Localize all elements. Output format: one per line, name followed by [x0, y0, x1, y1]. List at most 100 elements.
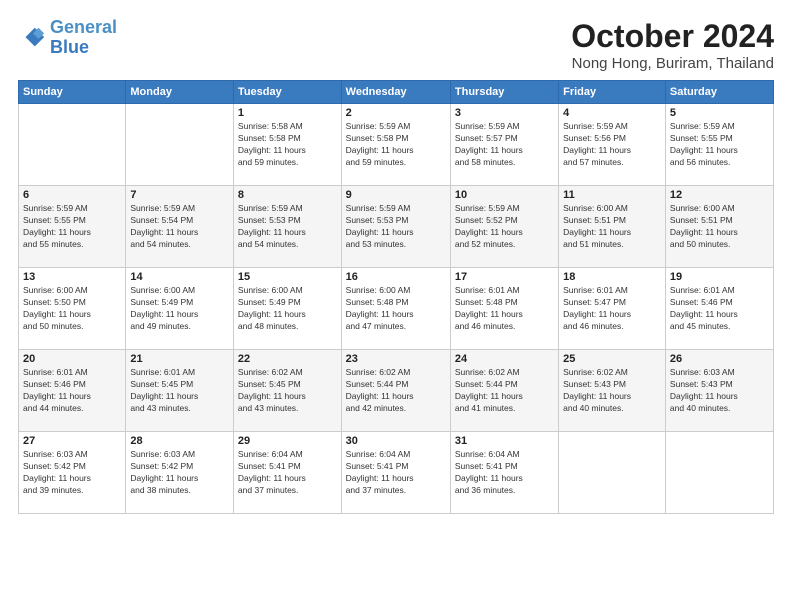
calendar-cell: 3Sunrise: 5:59 AM Sunset: 5:57 PM Daylig… [450, 104, 558, 186]
day-info: Sunrise: 6:02 AM Sunset: 5:44 PM Dayligh… [346, 367, 446, 415]
day-number: 5 [670, 107, 769, 119]
logo-line1: General [50, 17, 117, 37]
week-row: 13 Sunrise: 6:00 AM Sunset: 5:50 PM Dayli… [19, 268, 774, 350]
day-number: 23 [346, 353, 446, 365]
day-header-friday: Friday [559, 81, 666, 104]
calendar-cell: 1Sunrise: 5:58 AM Sunset: 5:58 PM Daylig… [233, 104, 341, 186]
calendar-cell: 9Sunrise: 5:59 AM Sunset: 5:53 PM Daylig… [341, 186, 450, 268]
day-info: Sunrise: 6:04 AM Sunset: 5:41 PM Dayligh… [455, 449, 554, 497]
day-number: 1 [238, 107, 337, 119]
day-number: 13 [23, 271, 121, 283]
calendar-table: SundayMondayTuesdayWednesdayThursdayFrid… [18, 80, 774, 514]
day-number: 16 [346, 271, 446, 283]
day-info: Sunrise: 6:02 AM Sunset: 5:43 PM Dayligh… [563, 367, 661, 415]
day-number: 18 [563, 271, 661, 283]
day-number: 25 [563, 353, 661, 365]
day-info: Sunrise: 6:02 AM Sunset: 5:45 PM Dayligh… [238, 367, 337, 415]
calendar-cell: 14Sunrise: 6:00 AM Sunset: 5:49 PM Dayli… [126, 268, 234, 350]
calendar-cell: 8 Sunrise: 5:59 AM Sunset: 5:53 PM Daylig… [233, 186, 341, 268]
day-info: Sunrise: 5:59 AM Sunset: 5:54 PM Dayligh… [130, 203, 229, 251]
day-number: 22 [238, 353, 337, 365]
month-title: October 2024 [571, 18, 774, 55]
day-number: 6 [23, 189, 121, 201]
calendar-cell: 21 Sunrise: 6:01 AM Sunset: 5:45 PM Dayli… [126, 350, 234, 432]
day-number: 2 [346, 107, 446, 119]
calendar-cell: 24 Sunrise: 6:02 AM Sunset: 5:44 PM Dayli… [450, 350, 558, 432]
day-number: 24 [455, 353, 554, 365]
header: General Blue October 2024 Nong Hong, Bur… [18, 18, 774, 72]
week-row: 20 Sunrise: 6:01 AM Sunset: 5:46 PM Dayli… [19, 350, 774, 432]
week-row: 27 Sunrise: 6:03 AM Sunset: 5:42 PM Dayli… [19, 432, 774, 514]
calendar-cell: 10 Sunrise: 5:59 AM Sunset: 5:52 PM Dayli… [450, 186, 558, 268]
day-info: Sunrise: 6:01 AM Sunset: 5:46 PM Dayligh… [670, 285, 769, 333]
calendar-cell: 4 Sunrise: 5:59 AM Sunset: 5:56 PM Daylig… [559, 104, 666, 186]
week-row: 6Sunrise: 5:59 AM Sunset: 5:55 PM Daylig… [19, 186, 774, 268]
day-info: Sunrise: 5:59 AM Sunset: 5:53 PM Dayligh… [238, 203, 337, 251]
day-info: Sunrise: 5:59 AM Sunset: 5:52 PM Dayligh… [455, 203, 554, 251]
day-number: 31 [455, 435, 554, 447]
day-info: Sunrise: 6:03 AM Sunset: 5:42 PM Dayligh… [130, 449, 229, 497]
calendar-cell: 20 Sunrise: 6:01 AM Sunset: 5:46 PM Dayli… [19, 350, 126, 432]
calendar-cell: 13 Sunrise: 6:00 AM Sunset: 5:50 PM Dayli… [19, 268, 126, 350]
day-info: Sunrise: 6:01 AM Sunset: 5:48 PM Dayligh… [455, 285, 554, 333]
calendar-cell: 6Sunrise: 5:59 AM Sunset: 5:55 PM Daylig… [19, 186, 126, 268]
calendar-header: SundayMondayTuesdayWednesdayThursdayFrid… [19, 81, 774, 104]
calendar-cell: 19 Sunrise: 6:01 AM Sunset: 5:46 PM Dayli… [665, 268, 773, 350]
day-number: 8 [238, 189, 337, 201]
day-header-wednesday: Wednesday [341, 81, 450, 104]
calendar-cell: 23 Sunrise: 6:02 AM Sunset: 5:44 PM Dayli… [341, 350, 450, 432]
calendar-cell: 30Sunrise: 6:04 AM Sunset: 5:41 PM Dayli… [341, 432, 450, 514]
day-info: Sunrise: 6:00 AM Sunset: 5:51 PM Dayligh… [670, 203, 769, 251]
day-number: 4 [563, 107, 661, 119]
day-info: Sunrise: 6:01 AM Sunset: 5:47 PM Dayligh… [563, 285, 661, 333]
day-header-saturday: Saturday [665, 81, 773, 104]
day-number: 7 [130, 189, 229, 201]
logo-icon [18, 24, 46, 52]
calendar-cell: 17 Sunrise: 6:01 AM Sunset: 5:48 PM Dayli… [450, 268, 558, 350]
calendar-cell: 12 Sunrise: 6:00 AM Sunset: 5:51 PM Dayli… [665, 186, 773, 268]
location: Nong Hong, Buriram, Thailand [571, 55, 774, 72]
day-info: Sunrise: 6:01 AM Sunset: 5:46 PM Dayligh… [23, 367, 121, 415]
day-number: 17 [455, 271, 554, 283]
calendar-cell: 5 Sunrise: 5:59 AM Sunset: 5:55 PM Daylig… [665, 104, 773, 186]
calendar-cell: 15Sunrise: 6:00 AM Sunset: 5:49 PM Dayli… [233, 268, 341, 350]
day-number: 15 [238, 271, 337, 283]
day-number: 10 [455, 189, 554, 201]
calendar-cell [559, 432, 666, 514]
header-row: SundayMondayTuesdayWednesdayThursdayFrid… [19, 81, 774, 104]
title-block: October 2024 Nong Hong, Buriram, Thailan… [571, 18, 774, 72]
day-info: Sunrise: 6:00 AM Sunset: 5:51 PM Dayligh… [563, 203, 661, 251]
day-info: Sunrise: 6:02 AM Sunset: 5:44 PM Dayligh… [455, 367, 554, 415]
calendar-cell: 7 Sunrise: 5:59 AM Sunset: 5:54 PM Daylig… [126, 186, 234, 268]
day-info: Sunrise: 5:59 AM Sunset: 5:55 PM Dayligh… [670, 121, 769, 169]
calendar-cell: 18 Sunrise: 6:01 AM Sunset: 5:47 PM Dayli… [559, 268, 666, 350]
day-info: Sunrise: 5:59 AM Sunset: 5:57 PM Dayligh… [455, 121, 554, 169]
day-info: Sunrise: 5:59 AM Sunset: 5:53 PM Dayligh… [346, 203, 446, 251]
day-info: Sunrise: 6:01 AM Sunset: 5:45 PM Dayligh… [130, 367, 229, 415]
calendar-cell: 26Sunrise: 6:03 AM Sunset: 5:43 PM Dayli… [665, 350, 773, 432]
calendar-cell: 22 Sunrise: 6:02 AM Sunset: 5:45 PM Dayli… [233, 350, 341, 432]
day-info: Sunrise: 6:03 AM Sunset: 5:42 PM Dayligh… [23, 449, 121, 497]
day-number: 30 [346, 435, 446, 447]
calendar-cell: 28Sunrise: 6:03 AM Sunset: 5:42 PM Dayli… [126, 432, 234, 514]
calendar-cell: 27 Sunrise: 6:03 AM Sunset: 5:42 PM Dayli… [19, 432, 126, 514]
calendar-cell: 29Sunrise: 6:04 AM Sunset: 5:41 PM Dayli… [233, 432, 341, 514]
day-number: 21 [130, 353, 229, 365]
day-header-monday: Monday [126, 81, 234, 104]
page: General Blue October 2024 Nong Hong, Bur… [0, 0, 792, 612]
day-number: 19 [670, 271, 769, 283]
day-info: Sunrise: 5:59 AM Sunset: 5:56 PM Dayligh… [563, 121, 661, 169]
calendar-cell: 16Sunrise: 6:00 AM Sunset: 5:48 PM Dayli… [341, 268, 450, 350]
week-row: 1Sunrise: 5:58 AM Sunset: 5:58 PM Daylig… [19, 104, 774, 186]
calendar-cell [665, 432, 773, 514]
day-info: Sunrise: 6:00 AM Sunset: 5:49 PM Dayligh… [130, 285, 229, 333]
day-info: Sunrise: 6:00 AM Sunset: 5:50 PM Dayligh… [23, 285, 121, 333]
day-number: 20 [23, 353, 121, 365]
calendar-cell: 2Sunrise: 5:59 AM Sunset: 5:58 PM Daylig… [341, 104, 450, 186]
day-number: 12 [670, 189, 769, 201]
calendar-cell: 11 Sunrise: 6:00 AM Sunset: 5:51 PM Dayli… [559, 186, 666, 268]
day-number: 27 [23, 435, 121, 447]
calendar-cell: 25 Sunrise: 6:02 AM Sunset: 5:43 PM Dayli… [559, 350, 666, 432]
day-header-sunday: Sunday [19, 81, 126, 104]
day-number: 11 [563, 189, 661, 201]
